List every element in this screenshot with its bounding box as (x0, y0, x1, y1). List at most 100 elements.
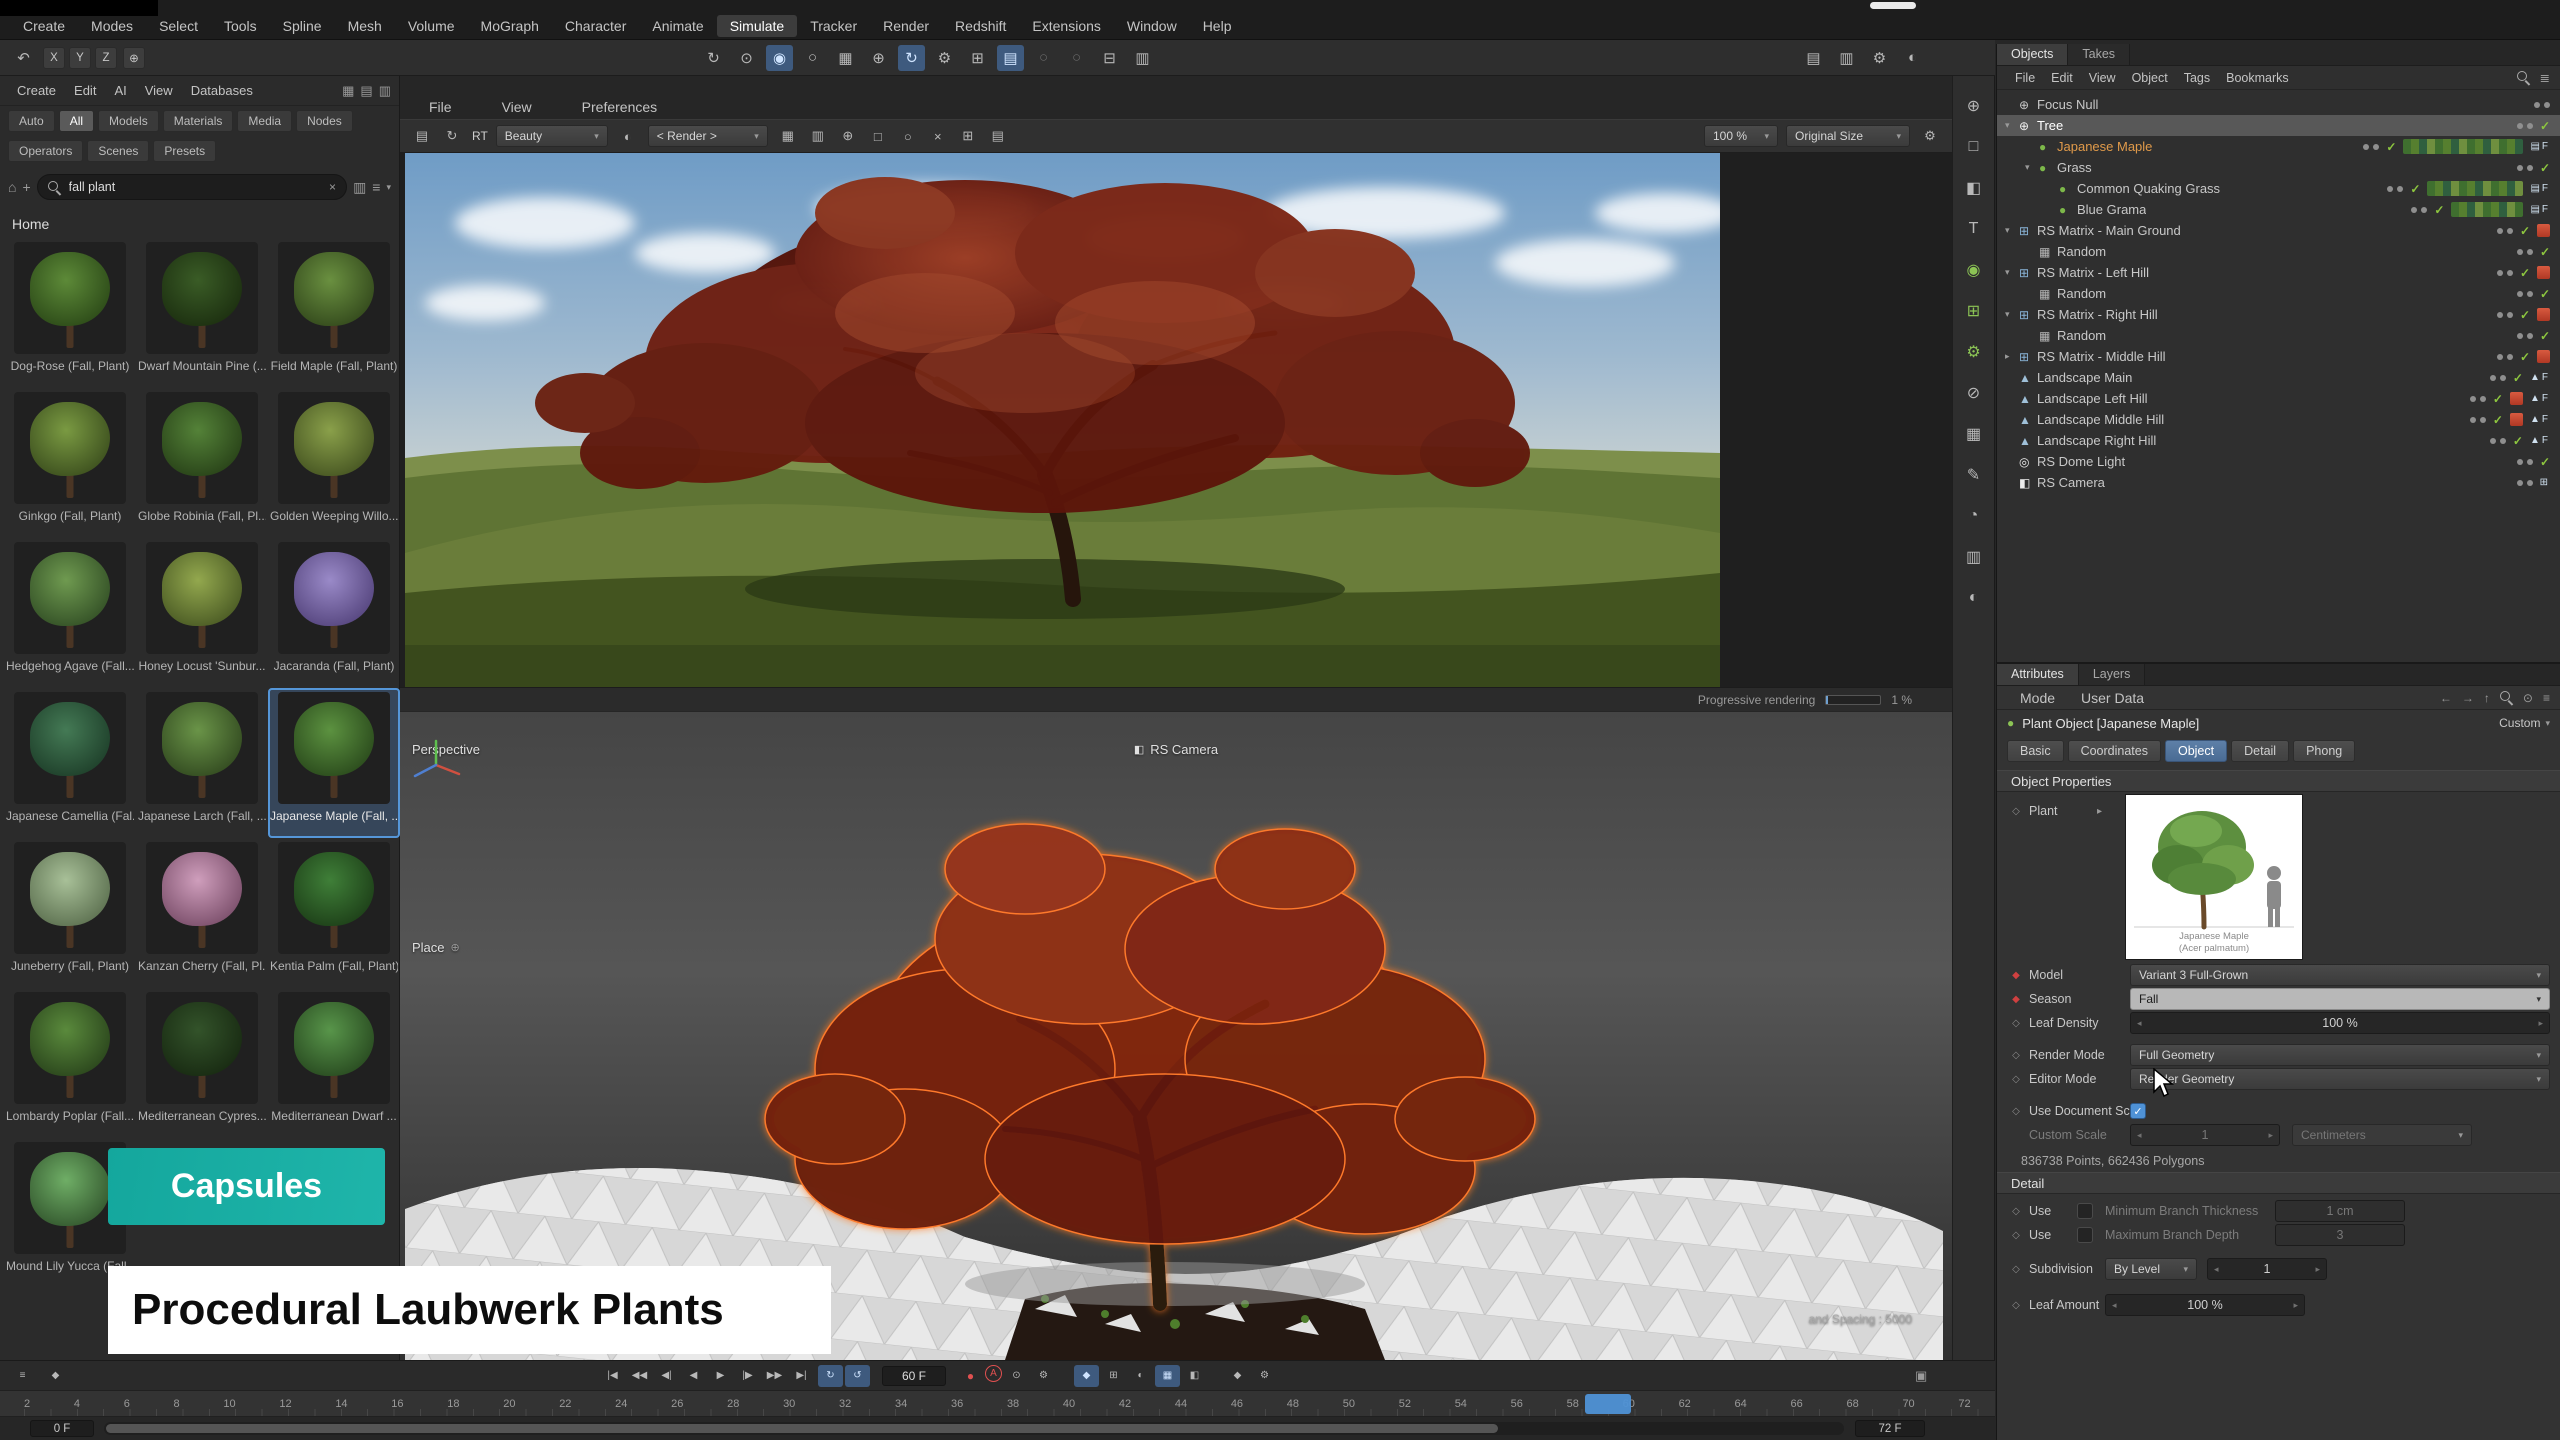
object-manager-menu-item[interactable]: Edit (2043, 69, 2081, 87)
asset-item[interactable]: Dog-Rose (Fall, Plant) (4, 238, 136, 388)
undo-icon[interactable]: ↶ (10, 45, 37, 71)
attributes-menu-item[interactable]: Mode (2007, 687, 2068, 709)
list-view-icon[interactable]: ▤ (360, 83, 372, 99)
filter-chip[interactable]: Auto (8, 110, 55, 132)
enabled-check-icon[interactable]: ✓ (2520, 308, 2530, 322)
section-header[interactable]: Detail (1997, 1172, 2560, 1194)
enabled-check-icon[interactable]: ✓ (2540, 329, 2550, 343)
menubar-item[interactable]: Redshift (942, 15, 1019, 37)
autokey-button[interactable]: A (985, 1365, 1002, 1382)
object-row[interactable]: ● Common Quaking Grass ✓ ▤F (1997, 178, 2560, 199)
object-row[interactable]: ▾ ⊞ RS Matrix - Left Hill ✓ (1997, 262, 2560, 283)
object-row[interactable]: ▾ ⊕ Tree ✓ (1997, 115, 2560, 136)
y-axis-lock-button[interactable]: Y (69, 47, 91, 69)
keyframe-circle[interactable]: ◇ (2009, 1206, 2023, 1217)
filter-chip[interactable]: Scenes (87, 140, 149, 162)
range-groove[interactable] (104, 1422, 1844, 1435)
asset-item[interactable]: Japanese Maple (Fall, ... (268, 688, 400, 838)
asset-item[interactable]: Lombardy Poplar (Fall... (4, 988, 136, 1138)
asset-item[interactable]: Golden Weeping Willo... (268, 388, 400, 538)
grid-toggle-icon[interactable]: ▥ (1958, 541, 1990, 573)
menu-icon[interactable]: ≡ (2543, 691, 2550, 705)
enabled-check-icon[interactable]: ✓ (2540, 455, 2550, 469)
visibility-dots[interactable] (2490, 375, 2506, 381)
attribute-tab-button[interactable]: Coordinates (2068, 740, 2161, 762)
keyframe-circle[interactable]: ◇ (2009, 806, 2023, 817)
redshift-tag-icon[interactable] (2537, 308, 2550, 321)
subdivision-dropdown[interactable]: By Level▾ (2105, 1258, 2197, 1280)
loop-button[interactable]: ↻ (818, 1365, 843, 1387)
asset-item[interactable]: Globe Robinia (Fall, Pl... (136, 388, 268, 538)
expand-chevron-icon[interactable]: ▸ (2097, 806, 2102, 817)
enabled-check-icon[interactable]: ✓ (2386, 140, 2396, 154)
object-row[interactable]: ⊕ Focus Null ✓ (1997, 94, 2560, 115)
object-manager-tab[interactable]: Objects (1997, 44, 2068, 65)
object-row[interactable]: ▾ ● Grass ✓ (1997, 157, 2560, 178)
draw-tool-icon[interactable]: ◐ (1958, 582, 1990, 614)
redshift-tag-icon[interactable] (2510, 413, 2523, 426)
asset-item[interactable]: Dwarf Mountain Pine (... (136, 238, 268, 388)
attribute-tab-button[interactable]: Phong (2293, 740, 2355, 762)
object-row[interactable]: ▾ ⊞ RS Matrix - Right Hill ✓ (1997, 304, 2560, 325)
workplane-icon[interactable]: ⊟ (1096, 45, 1123, 71)
visibility-dots[interactable] (2387, 186, 2403, 192)
expand-icon[interactable]: ▾ (2005, 309, 2019, 320)
add-capsule-icon[interactable]: ⊞ (1958, 295, 1990, 327)
search-icon[interactable] (2517, 71, 2530, 84)
menubar-item[interactable]: Tools (211, 15, 270, 37)
object-manager-menu-item[interactable]: Object (2124, 69, 2176, 87)
tag-icons[interactable]: ▲F (2530, 414, 2550, 425)
object-row[interactable]: ◧ RS Camera ✓ ⊞ (1997, 472, 2560, 493)
asset-browser-menu-item[interactable]: View (136, 81, 182, 100)
render-view-menu-item[interactable]: Preferences (569, 96, 670, 118)
up-icon[interactable]: ↑ (2484, 691, 2490, 705)
redshift-icon[interactable]: ◐ (1899, 45, 1926, 71)
keyframe-circle[interactable]: ◇ (2009, 1074, 2023, 1085)
tag-icons[interactable]: ▲F (2530, 435, 2550, 446)
prev-frame-button[interactable]: ◀| (654, 1365, 679, 1387)
timeline-ruler[interactable]: 2468101214161820222426283032343638404244… (0, 1391, 1995, 1417)
search-input[interactable] (69, 180, 321, 194)
visibility-dots[interactable] (2363, 144, 2379, 150)
asset-item[interactable]: Hedgehog Agave (Fall... (4, 538, 136, 688)
render-pass-dropdown[interactable]: Beauty▾ (496, 125, 608, 147)
object-row[interactable]: ▲ Landscape Main ✓ ▲F (1997, 367, 2560, 388)
menubar-item[interactable]: Volume (395, 15, 468, 37)
menubar-item[interactable]: Window (1114, 15, 1190, 37)
asset-item[interactable]: Japanese Camellia (Fal... (4, 688, 136, 838)
render-view-icon[interactable]: ▤ (1800, 45, 1827, 71)
keyframe-circle[interactable]: ◇ (2009, 1106, 2023, 1117)
fit-timeline-icon[interactable]: ▣ (1915, 1368, 1927, 1384)
visibility-dots[interactable] (2517, 291, 2533, 297)
asset-item[interactable]: Jacaranda (Fall, Plant) (268, 538, 400, 688)
tag-icons[interactable]: ▤F (2530, 141, 2550, 152)
subdivision-field[interactable]: ◂1▸ (2207, 1258, 2327, 1280)
object-row[interactable]: ▦ Random ✓ (1997, 241, 2560, 262)
asset-browser-menu-item[interactable]: AI (105, 81, 135, 100)
position-track-toggle[interactable]: ◆ (1074, 1365, 1099, 1387)
pick-color-icon[interactable]: ○ (896, 124, 920, 148)
visibility-dots[interactable] (2497, 270, 2513, 276)
refresh-icon[interactable]: ↻ (700, 45, 727, 71)
tag-icons[interactable]: ▤F (2530, 183, 2550, 194)
rotation-track-toggle[interactable]: ◐ (1128, 1365, 1153, 1387)
asset-browser-menu-item[interactable]: Databases (182, 81, 262, 100)
material-thumbnails[interactable] (2451, 202, 2523, 217)
text-tool-icon[interactable]: T (1958, 213, 1990, 245)
keyframe-selection-button[interactable]: ⊙ (1004, 1365, 1029, 1387)
perspective-viewport[interactable]: Perspective ◧ RS Camera Place ⊕ and Spac… (400, 712, 1952, 1360)
prev-key-button[interactable]: ◀◀ (627, 1365, 652, 1387)
enabled-check-icon[interactable]: ✓ (2540, 245, 2550, 259)
visibility-dots[interactable] (2534, 102, 2550, 108)
parameter-track-toggle[interactable]: ▦ (1155, 1365, 1180, 1387)
enabled-check-icon[interactable]: ✓ (2520, 350, 2530, 364)
menubar-item[interactable]: Mesh (335, 15, 395, 37)
attribute-tab-button[interactable]: Detail (2231, 740, 2289, 762)
cache-icon[interactable]: ↻ (898, 45, 925, 71)
expand-icon[interactable]: ▸ (2005, 351, 2019, 362)
menubar-item[interactable]: Select (146, 15, 211, 37)
tag-icons[interactable]: ⊞ (2540, 477, 2550, 488)
material-thumbnails[interactable] (2403, 139, 2523, 154)
custom-scale-unit-dropdown[interactable]: Centimeters▾ (2292, 1124, 2472, 1146)
visibility-dots[interactable] (2517, 123, 2533, 129)
